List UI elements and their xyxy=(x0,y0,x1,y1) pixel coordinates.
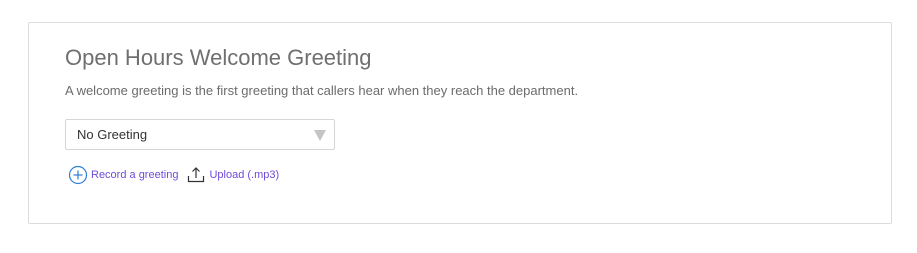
plus-circle-icon xyxy=(68,165,88,185)
welcome-greeting-card: Open Hours Welcome Greeting A welcome gr… xyxy=(28,22,892,224)
record-greeting-link[interactable]: Record a greeting xyxy=(68,165,178,185)
greeting-select[interactable]: No Greeting xyxy=(65,119,335,150)
upload-mp3-link[interactable]: Upload (.mp3) xyxy=(186,165,279,185)
greeting-actions: Record a greeting Upload (.mp3) xyxy=(68,165,279,185)
section-title: Open Hours Welcome Greeting xyxy=(65,45,372,70)
record-greeting-label: Record a greeting xyxy=(91,169,179,181)
greeting-select-value: No Greeting xyxy=(77,127,148,142)
upload-mp3-label: Upload (.mp3) xyxy=(209,169,280,181)
section-description: A welcome greeting is the first greeting… xyxy=(65,83,579,98)
chevron-down-icon xyxy=(314,130,326,141)
upload-icon xyxy=(186,165,206,185)
